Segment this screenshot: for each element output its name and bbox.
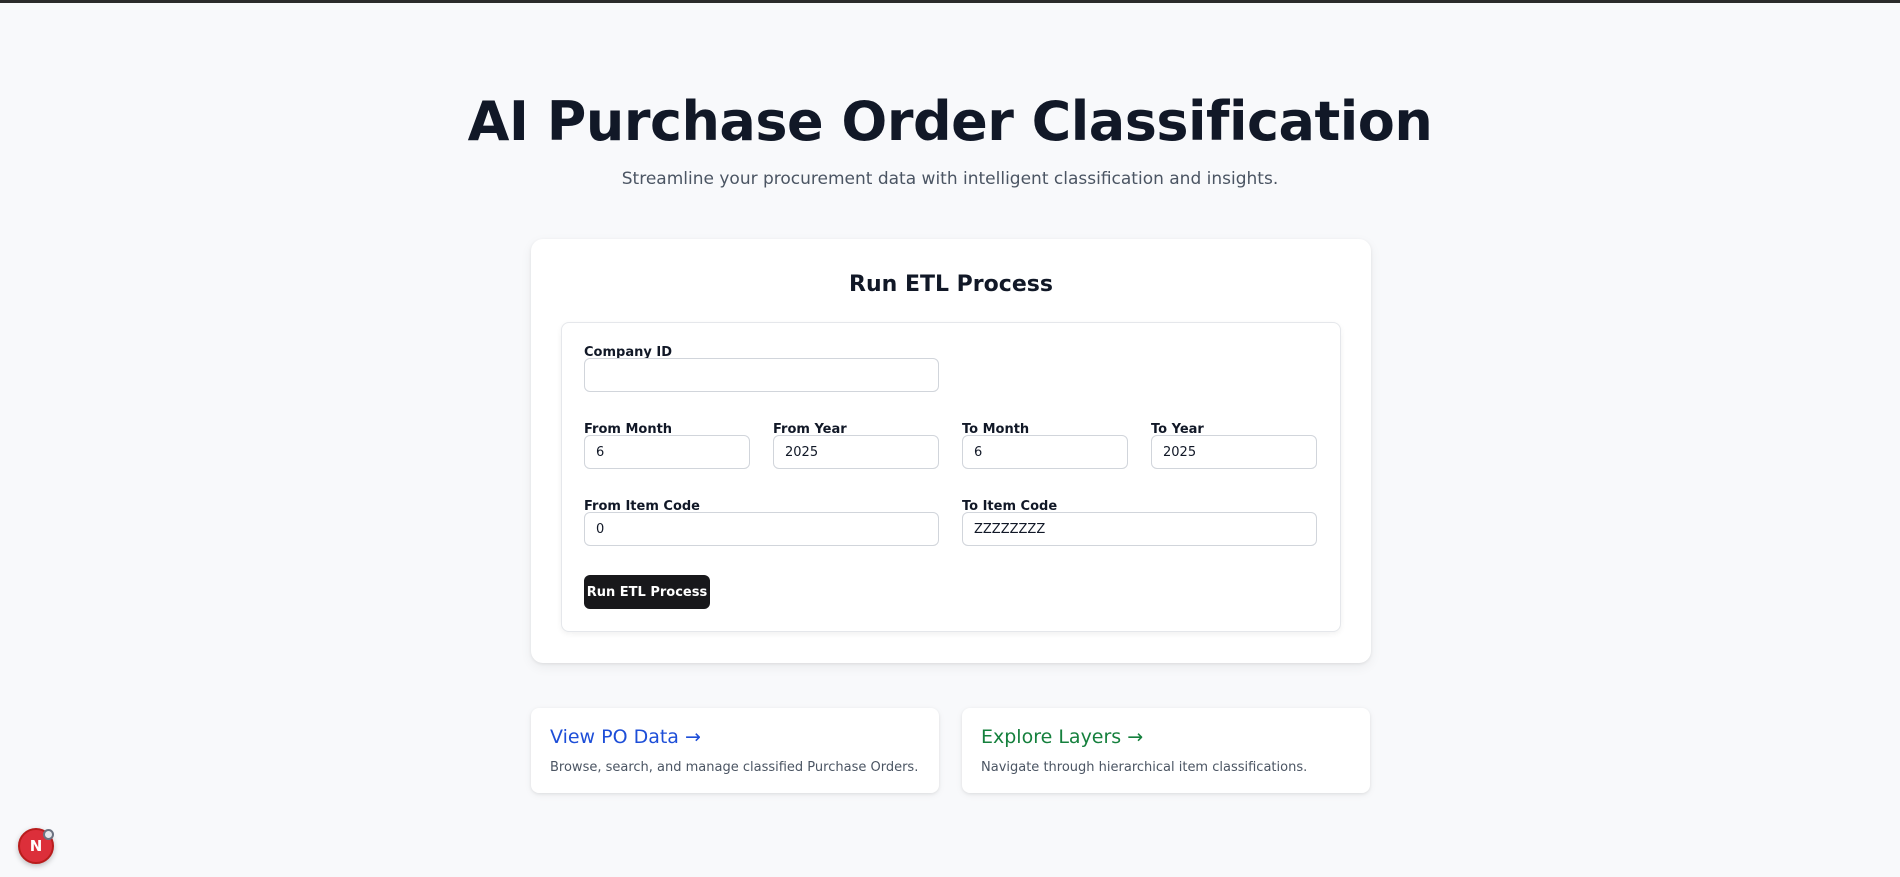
to-year-input[interactable] — [1151, 435, 1317, 469]
etl-card-title: Run ETL Process — [849, 272, 1053, 297]
from-year-input[interactable] — [773, 435, 939, 469]
view-po-data-card[interactable]: View PO Data → Browse, search, and manag… — [531, 708, 939, 793]
run-etl-button[interactable]: Run ETL Process — [584, 575, 710, 609]
top-border — [0, 0, 1900, 3]
explore-layers-description: Navigate through hierarchical item class… — [981, 760, 1308, 775]
explore-layers-link[interactable]: Explore Layers → — [981, 726, 1143, 748]
page-subtitle: Streamline your procurement data with in… — [621, 169, 1279, 189]
etl-form: Company ID From Month From Year To Month… — [561, 322, 1341, 632]
explore-layers-card[interactable]: Explore Layers → Navigate through hierar… — [962, 708, 1370, 793]
from-month-input[interactable] — [584, 435, 750, 469]
company-id-input[interactable] — [584, 358, 939, 392]
view-po-data-description: Browse, search, and manage classified Pu… — [550, 760, 919, 775]
page-title: AI Purchase Order Classification — [467, 90, 1433, 153]
view-po-data-link[interactable]: View PO Data → — [550, 726, 701, 748]
page: AI Purchase Order Classification Streaml… — [0, 0, 1900, 877]
to-item-code-input[interactable] — [962, 512, 1317, 546]
nextjs-logo-icon: N — [29, 837, 43, 855]
from-item-code-input[interactable] — [584, 512, 939, 546]
dev-indicator-dot — [43, 829, 54, 840]
to-month-input[interactable] — [962, 435, 1128, 469]
etl-card: Run ETL Process Company ID From Month Fr… — [531, 239, 1371, 663]
